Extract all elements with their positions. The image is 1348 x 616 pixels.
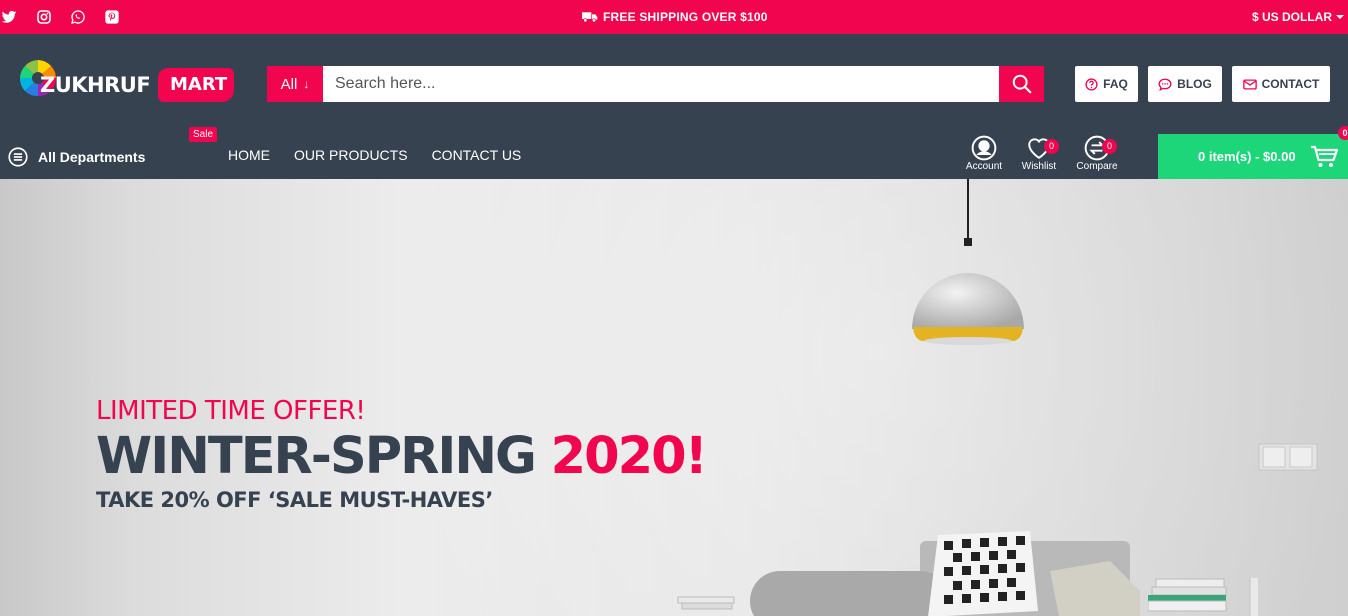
cart-summary: 0 item(s) - $0.00 [1198, 149, 1296, 164]
search-input[interactable] [323, 66, 999, 102]
shopping-cart-icon [1310, 145, 1338, 167]
currency-selector[interactable]: $ US DOLLAR [1252, 0, 1344, 34]
sale-badge: Sale [189, 127, 218, 142]
hero-subline: TAKE 20% OFF ‘SALE MUST-HAVES’ [96, 488, 493, 512]
currency-label: $ US DOLLAR [1251, 10, 1332, 24]
wishlist-label: Wishlist [1021, 161, 1057, 172]
departments-label: All Departments [38, 149, 146, 165]
logo-badge: MART [158, 68, 234, 102]
contact-label: CONTACT [1261, 77, 1320, 91]
logo-text: ZUKHRUF [40, 73, 151, 97]
contact-button[interactable]: CONTACT [1232, 66, 1330, 102]
search-category-select[interactable]: All ↓ [267, 66, 323, 102]
hero-headline-main: WINTER-SPRING [96, 427, 537, 486]
cart-count: 0 [1338, 126, 1348, 140]
compare-count: 0 [1102, 139, 1117, 154]
menu-icon [8, 147, 28, 167]
nav-link-contact-us[interactable]: CONTACT US [432, 147, 522, 163]
account-label: Account [965, 161, 1003, 172]
main-nav: HOME OUR PRODUCTS CONTACT US [228, 147, 521, 163]
whatsapp-icon[interactable] [70, 9, 86, 25]
mail-icon [1242, 78, 1257, 90]
site-header: ZUKHRUF MART All ↓ FAQ BLOG CONTACT All … [0, 34, 1348, 179]
search-bar: All ↓ [267, 66, 1044, 102]
site-logo[interactable]: ZUKHRUF MART [18, 58, 238, 108]
sofa-image [677, 531, 1140, 616]
hero-offer-label: LIMITED TIME OFFER! [96, 396, 366, 426]
all-departments-toggle[interactable]: All Departments [8, 147, 145, 167]
pinterest-icon[interactable] [104, 9, 120, 25]
books-image [1148, 577, 1258, 616]
user-icon [971, 135, 997, 161]
compare-label: Compare [1076, 161, 1118, 172]
blog-button[interactable]: BLOG [1148, 66, 1222, 102]
wall-switch-image [1258, 443, 1318, 471]
arrow-down-icon: ↓ [303, 77, 310, 91]
logo-badge-text: MART [170, 74, 228, 95]
instagram-icon[interactable] [36, 9, 52, 25]
hero-banner[interactable]: LIMITED TIME OFFER! WINTER-SPRING 2020! … [0, 179, 1348, 616]
shipping-text: FREE SHIPPING OVER $100 [603, 10, 768, 24]
caret-down-icon [1336, 15, 1344, 19]
truck-icon [582, 12, 598, 23]
top-bar: FREE SHIPPING OVER $100 $ US DOLLAR [0, 0, 1348, 34]
hero-headline-year: 2020! [550, 427, 708, 486]
blog-label: BLOG [1177, 77, 1212, 91]
chat-bubble-icon [1158, 78, 1172, 91]
account-link[interactable]: Account [954, 135, 1014, 172]
twitter-icon[interactable] [1, 9, 17, 25]
hero-headline: WINTER-SPRING 2020! [96, 427, 708, 486]
faq-button[interactable]: FAQ [1075, 66, 1138, 102]
nav-link-our-products[interactable]: OUR PRODUCTS [294, 147, 408, 163]
faq-label: FAQ [1103, 77, 1128, 91]
cart-button[interactable]: 0 item(s) - $0.00 0 [1158, 126, 1348, 179]
search-button[interactable] [999, 66, 1044, 102]
wishlist-count: 0 [1044, 139, 1059, 154]
search-icon [1012, 74, 1031, 94]
compare-link[interactable]: 0 Compare [1067, 135, 1127, 172]
question-icon [1085, 77, 1098, 91]
search-category-label: All [280, 75, 298, 93]
nav-link-home[interactable]: HOME [228, 147, 270, 163]
wishlist-link[interactable]: 0 Wishlist [1009, 135, 1069, 172]
free-shipping-notice: FREE SHIPPING OVER $100 [582, 0, 768, 34]
pendant-lamp-image [912, 179, 1024, 345]
